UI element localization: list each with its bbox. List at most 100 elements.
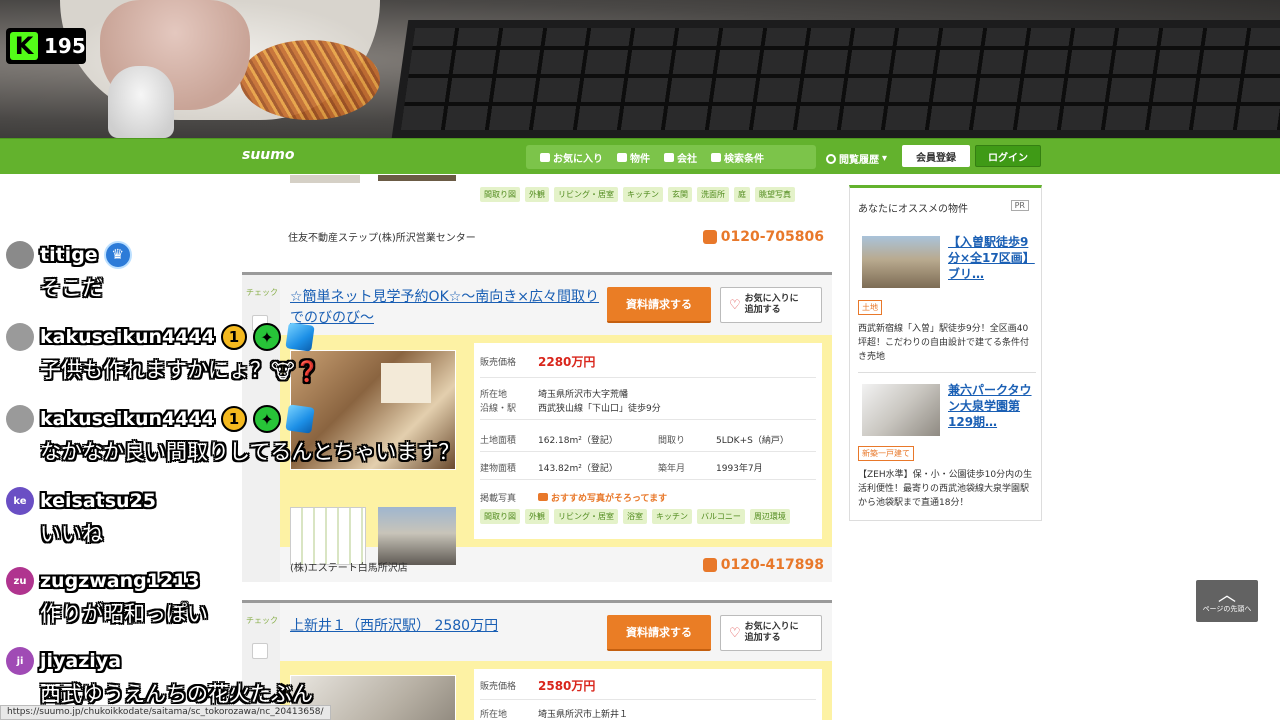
- photo-tag: 眺望写真: [755, 187, 795, 202]
- house-icon: [617, 152, 627, 162]
- building-icon: [664, 152, 674, 162]
- phone-icon: [702, 230, 717, 244]
- avatar: ji: [6, 647, 34, 675]
- recommendations-heading: あなたにオススメの物件: [858, 204, 968, 215]
- photo-tag: キッチン: [623, 187, 663, 202]
- chevron-down-icon: ▾: [882, 153, 888, 164]
- tier-one-badge-icon: 1: [220, 406, 247, 432]
- search-icon: [711, 152, 721, 162]
- site-header: suumo お気に入り 物件 会社 検索条件 閲覧履歴 ▾ 会員登録 ログイン: [0, 138, 1280, 174]
- photo-tag: 浴室: [623, 509, 647, 524]
- clock-icon: [826, 153, 836, 164]
- listing-info: 販売価格 2280万円 所在地 埼玉県所沢市大字荒幡 沿線・駅 西武狭山線「下山…: [474, 343, 822, 539]
- exterior-thumbnail[interactable]: [378, 507, 456, 565]
- built-date: 1993年7月: [716, 464, 763, 474]
- photos-note: おすすめ写真がそろってます: [551, 494, 668, 504]
- crown-badge-icon: ♛: [103, 241, 132, 269]
- chat-message: titige ♛ そこだ: [6, 240, 132, 302]
- address-label: 所在地: [480, 710, 508, 720]
- price-label: 販売価格: [480, 682, 517, 692]
- tier-one-badge-icon: 1: [220, 324, 247, 350]
- photo-tag: バルコニー: [697, 509, 745, 524]
- agent-company[interactable]: (株)エステート白馬所沢店: [290, 559, 408, 574]
- address-label: 所在地: [480, 390, 508, 400]
- listing-title[interactable]: 上新井１（西所沢駅） 2580万円: [290, 615, 498, 635]
- phone-icon: [702, 558, 717, 572]
- suumo-logo[interactable]: suumo: [242, 147, 294, 163]
- chat-text: 子供も作れますかにょ？: [40, 358, 271, 382]
- photo-tag: 間取り図: [480, 509, 520, 524]
- nav-search-conditions[interactable]: 検索条件: [711, 150, 764, 165]
- building-area: 143.82m²（登記）: [538, 464, 618, 474]
- price-label: 販売価格: [480, 358, 517, 368]
- checkbox-icon: [540, 152, 550, 162]
- floor-layout: 5LDK+S（納戸）: [716, 436, 789, 446]
- check-label: チェック: [246, 616, 278, 625]
- photo-tag: 間取り図: [480, 187, 520, 202]
- built-label: 築年月: [658, 464, 686, 474]
- login-button[interactable]: ログイン: [975, 145, 1041, 167]
- page-top-button[interactable]: ︿ ページの先頭へ: [1196, 580, 1258, 622]
- chat-message: zu zugzwang1213 作りが昭和っぽい: [6, 566, 208, 628]
- star-badge-icon: ✦: [252, 323, 281, 351]
- layout-label: 間取り: [658, 436, 686, 446]
- history-dropdown[interactable]: 閲覧履歴 ▾: [826, 151, 887, 166]
- cube-badge-icon: [285, 322, 315, 352]
- listing-price: 2280万円: [538, 355, 596, 369]
- listing-price: 2580万円: [538, 679, 596, 693]
- kick-logo-icon: K: [10, 32, 38, 60]
- photo-tag: リビング・居室: [554, 187, 618, 202]
- recommend-badge: 新築一戸建て: [858, 446, 914, 461]
- building-label: 建物面積: [480, 464, 517, 474]
- chat-text: そこだ: [40, 276, 103, 300]
- address: 埼玉県所沢市上新井１: [538, 710, 629, 720]
- nav-favorites[interactable]: お気に入り: [540, 150, 603, 165]
- chat-message: kakuseikun4444 1 ✦ なかなか良い間取りしてるんとちゃいます？: [6, 404, 459, 466]
- recommend-photo[interactable]: [862, 384, 940, 436]
- chat-username: kakuseikun4444: [40, 326, 215, 348]
- cow-emote-icon: 🐮: [271, 359, 295, 383]
- listing-card: 間取り図 外観 リビング・居室 キッチン 玄関 洗面所 庭 眺望写真 住友不動産…: [242, 175, 832, 255]
- photos-label: 掲載写真: [480, 494, 517, 504]
- register-button[interactable]: 会員登録: [902, 145, 970, 167]
- chat-text: 作りが昭和っぽい: [40, 602, 208, 626]
- recommend-title[interactable]: 兼六パークタウン大泉学園第129期…: [948, 382, 1036, 430]
- photo-tag: 洗面所: [697, 187, 729, 202]
- heart-icon: ♡: [729, 625, 741, 641]
- recommend-title[interactable]: 【入曽駅徒歩9分×全17区画】ブリ…: [948, 234, 1036, 282]
- photo-tag: 玄関: [668, 187, 692, 202]
- webcam-feed: [0, 0, 1280, 138]
- agent-company[interactable]: 住友不動産ステップ(株)所沢営業センター: [288, 229, 476, 244]
- photo-tag: 周辺環境: [749, 509, 790, 524]
- nav-property[interactable]: 物件: [617, 150, 650, 165]
- viewer-counter: K 195: [6, 28, 86, 64]
- listing-thumbnail[interactable]: [378, 175, 456, 181]
- listing-thumbnail[interactable]: [290, 175, 360, 183]
- computer-mouse: [108, 66, 174, 138]
- chat-text: いいね: [40, 522, 103, 546]
- nav-company[interactable]: 会社: [664, 150, 697, 165]
- chat-username: titige: [40, 244, 98, 266]
- land-label: 土地面積: [480, 436, 517, 446]
- add-favorite-button[interactable]: ♡ お気に入りに 追加する: [720, 287, 822, 323]
- listing-info: 販売価格 2580万円 所在地 埼玉県所沢市上新井１: [474, 669, 822, 720]
- floorplan-thumbnail[interactable]: [290, 507, 366, 565]
- recommend-desc: 【ZEH水準】保・小・公園徒歩10分内の生活利便性！最寄りの西武池袋線大泉学園駅…: [858, 470, 1033, 508]
- photo-tag: キッチン: [652, 509, 692, 524]
- recommend-photo[interactable]: [862, 236, 940, 288]
- photo-tag: リビング・居室: [554, 509, 618, 524]
- recommend-desc: 西武新宿線「入曽」駅徒歩9分！全区画40坪超！こだわりの自由設計で建てる条件付き…: [858, 324, 1030, 362]
- request-docs-button[interactable]: 資料請求する: [607, 287, 711, 323]
- phone-number: 0120-705806: [702, 229, 824, 245]
- chat-message: ke keisatsu25 いいね: [6, 486, 156, 548]
- chat-message: ji jiyaziya 西武ゆうえんちの花火たぶん: [6, 646, 313, 708]
- status-bar-url: https://suumo.jp/chukoikkodate/saitama/s…: [0, 705, 331, 720]
- listing-title[interactable]: ☆簡単ネット見学予約OK☆～南向き×広々間取りでのびのび～: [290, 287, 600, 329]
- chat-username: zugzwang1213: [40, 570, 200, 592]
- question-emote-icon: ❓: [294, 359, 320, 383]
- header-nav: お気に入り 物件 会社 検索条件: [526, 145, 816, 169]
- keyboard: [391, 20, 1280, 138]
- chat-message: kakuseikun4444 1 ✦ 子供も作れますかにょ？🐮❓: [6, 322, 320, 384]
- add-favorite-button[interactable]: ♡ お気に入りに 追加する: [720, 615, 822, 651]
- request-docs-button[interactable]: 資料請求する: [607, 615, 711, 651]
